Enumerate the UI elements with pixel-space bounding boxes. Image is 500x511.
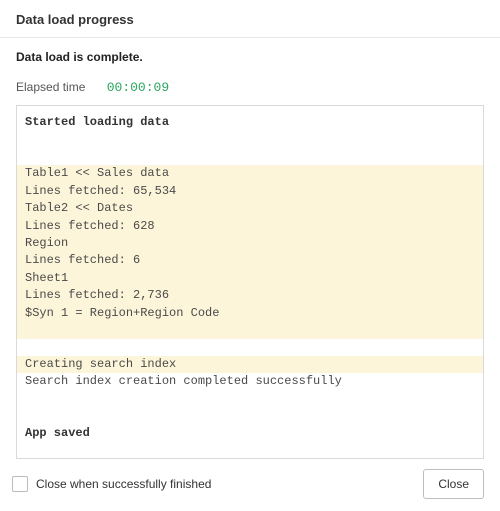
log-line bbox=[17, 391, 483, 408]
log-line: Lines fetched: 628 bbox=[17, 218, 483, 235]
log-line: Creating search index bbox=[17, 356, 483, 373]
log-panel[interactable]: Started loading data Table1 << Sales data… bbox=[16, 105, 484, 459]
log-line: Region bbox=[17, 235, 483, 252]
elapsed-time: 00:00:09 bbox=[107, 80, 169, 95]
log-line: Lines fetched: 2,736 bbox=[17, 287, 483, 304]
log-line: Search index creation completed successf… bbox=[17, 373, 483, 390]
log-line bbox=[17, 408, 483, 425]
checkbox-label: Close when successfully finished bbox=[36, 477, 211, 491]
log-line bbox=[17, 339, 483, 356]
log-line bbox=[17, 131, 483, 148]
log-line: Table2 << Dates bbox=[17, 200, 483, 217]
dialog-content: Data load is complete. Elapsed time 00:0… bbox=[0, 38, 500, 459]
log-line: Sheet1 bbox=[17, 270, 483, 287]
log-line bbox=[17, 148, 483, 165]
log-line bbox=[17, 106, 483, 114]
log-line: $Syn 1 = Region+Region Code bbox=[17, 305, 483, 322]
log-line: App saved bbox=[17, 425, 483, 442]
status-message: Data load is complete. bbox=[16, 50, 484, 64]
close-when-finished-option[interactable]: Close when successfully finished bbox=[12, 476, 211, 492]
log-line: Lines fetched: 6 bbox=[17, 252, 483, 269]
elapsed-label: Elapsed time bbox=[16, 80, 85, 94]
log-line: Table1 << Sales data bbox=[17, 165, 483, 182]
log-line: Lines fetched: 65,534 bbox=[17, 183, 483, 200]
dialog-header: Data load progress bbox=[0, 0, 500, 38]
dialog-footer: Close when successfully finished Close bbox=[0, 459, 500, 511]
log-line bbox=[17, 322, 483, 339]
log-line bbox=[17, 442, 483, 459]
checkbox-icon[interactable] bbox=[12, 476, 28, 492]
log-line: Started loading data bbox=[17, 114, 483, 131]
dialog-title: Data load progress bbox=[16, 12, 484, 27]
log-lines: Started loading data Table1 << Sales data… bbox=[17, 106, 483, 459]
elapsed-row: Elapsed time 00:00:09 bbox=[16, 80, 484, 95]
close-button[interactable]: Close bbox=[423, 469, 484, 499]
